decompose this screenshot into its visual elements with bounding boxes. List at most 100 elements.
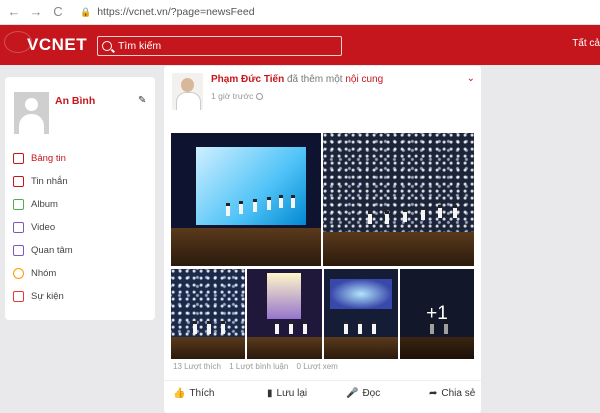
app-header: VCNET Tất cả — [0, 25, 600, 65]
person — [372, 321, 376, 334]
stage-floor — [171, 228, 321, 266]
thumbs-up-icon: 👍 — [173, 388, 186, 399]
person — [289, 321, 293, 334]
sidebar-item-label: Sự kiện — [31, 291, 64, 302]
video-icon — [13, 222, 24, 233]
reload-icon[interactable]: C — [50, 4, 66, 20]
post-time: 1 giờ trước — [211, 91, 264, 101]
address-bar[interactable]: 🔒 https://vcnet.vn/?page=newsFeed — [80, 6, 255, 18]
stage-light — [330, 279, 392, 309]
person — [385, 211, 389, 224]
microphone-icon: 🎤 — [346, 388, 359, 399]
right-panel — [489, 65, 600, 413]
person — [303, 321, 307, 334]
stage-floor — [171, 337, 245, 359]
person — [403, 209, 407, 222]
sidebar-item-newsfeed[interactable]: Bảng tin — [13, 147, 73, 170]
post-card: Phạm Đức Tiến đã thêm một nội cung 1 giờ… — [164, 66, 481, 413]
person — [239, 201, 243, 214]
photo-2[interactable] — [323, 133, 474, 266]
sidebar-item-video[interactable]: Video — [13, 216, 73, 239]
sidebar-menu: Bảng tin Tin nhắn Album Video Quan tâm N… — [13, 147, 73, 308]
back-arrow-icon[interactable]: ← — [6, 4, 22, 20]
vcnet-logo[interactable]: VCNET — [27, 35, 87, 55]
clock-icon — [256, 93, 264, 100]
stage-light — [267, 273, 301, 319]
comments-count[interactable]: 1 Lượt bình luận — [229, 362, 288, 371]
views-count: 0 Lượt xem — [296, 362, 338, 371]
calendar-icon — [13, 291, 24, 302]
person — [438, 205, 442, 218]
share-button[interactable]: ➦ Chia sẻ — [429, 388, 475, 399]
sidebar-item-label: Video — [31, 222, 56, 233]
person — [291, 195, 295, 208]
post-action-text: đã thêm một — [286, 74, 343, 85]
photo-1[interactable] — [171, 133, 321, 266]
read-button[interactable]: 🎤 Đọc — [346, 388, 380, 399]
url-text: https://vcnet.vn/?page=newsFeed — [97, 6, 255, 18]
post-author[interactable]: Phạm Đức Tiến — [211, 74, 284, 85]
post-actions: 👍 Thích ▮ Lưu lại 🎤 Đọc ➦ Chia sẻ — [164, 380, 481, 406]
person — [226, 203, 230, 216]
search-icon — [102, 41, 112, 51]
sidebar-item-album[interactable]: Album — [13, 193, 73, 216]
sidebar-item-label: Nhóm — [31, 268, 57, 279]
search-input[interactable] — [118, 40, 328, 52]
person — [279, 195, 283, 208]
browser-toolbar: ← → C 🔒 https://vcnet.vn/?page=newsFeed — [0, 0, 600, 25]
like-label: Thích — [189, 388, 215, 399]
person — [221, 321, 225, 334]
sidebar-item-follow[interactable]: Quan tâm — [13, 239, 73, 262]
sidebar-item-groups[interactable]: Nhóm — [13, 262, 73, 285]
user-name[interactable]: An Bình — [55, 95, 95, 107]
sidebar-item-label: Album — [31, 199, 58, 210]
post-stats: 13 Lượt thích 1 Lượt bình luận 0 Lượt xe… — [173, 362, 344, 371]
more-photos-overlay[interactable]: +1 — [400, 269, 474, 359]
user-avatar[interactable] — [14, 92, 49, 134]
chevron-down-icon[interactable]: ⌄ — [467, 73, 475, 84]
sidebar: An Bình ✎ Bảng tin Tin nhắn Album Video … — [5, 77, 155, 320]
share-label: Chia sẻ — [441, 388, 476, 399]
author-avatar[interactable] — [172, 73, 203, 110]
group-icon — [13, 268, 24, 279]
edit-pencil-icon[interactable]: ✎ — [138, 95, 146, 106]
person — [275, 321, 279, 334]
post-object-link[interactable]: nội cung — [345, 74, 383, 85]
like-button[interactable]: 👍 Thích — [173, 388, 214, 399]
share-icon: ➦ — [429, 388, 438, 399]
save-label: Lưu lại — [276, 388, 308, 399]
newsfeed-icon — [13, 153, 24, 164]
post-header: Phạm Đức Tiến đã thêm một nội cung — [211, 74, 383, 85]
stage-screen — [196, 147, 306, 225]
sidebar-item-events[interactable]: Sự kiện — [13, 285, 73, 308]
photo-6[interactable]: +1 — [400, 269, 474, 359]
person — [267, 197, 271, 210]
sidebar-item-label: Quan tâm — [31, 245, 73, 256]
photo-5[interactable] — [324, 269, 398, 359]
post-time-text: 1 giờ trước — [211, 91, 254, 101]
photo-grid: +1 — [171, 133, 474, 359]
person — [453, 205, 457, 218]
save-button[interactable]: ▮ Lưu lại — [267, 388, 307, 399]
stage-floor — [324, 337, 398, 359]
header-right-link[interactable]: Tất cả — [572, 38, 600, 49]
person — [368, 211, 372, 224]
forward-arrow-icon[interactable]: → — [28, 4, 44, 20]
stage-floor — [247, 337, 322, 359]
photo-3[interactable] — [171, 269, 245, 359]
search-box[interactable] — [97, 36, 342, 56]
read-label: Đọc — [362, 388, 381, 399]
sidebar-item-label: Bảng tin — [31, 153, 66, 164]
person — [193, 321, 197, 334]
bookmark-icon: ▮ — [267, 388, 273, 399]
person — [358, 321, 362, 334]
message-icon — [13, 176, 24, 187]
person — [421, 207, 425, 220]
sidebar-item-messages[interactable]: Tin nhắn — [13, 170, 73, 193]
album-icon — [13, 199, 24, 210]
follow-icon — [13, 245, 24, 256]
stage-floor — [323, 232, 474, 266]
photo-4[interactable] — [247, 269, 322, 359]
lock-icon: 🔒 — [80, 6, 92, 17]
likes-count[interactable]: 13 Lượt thích — [173, 362, 221, 371]
